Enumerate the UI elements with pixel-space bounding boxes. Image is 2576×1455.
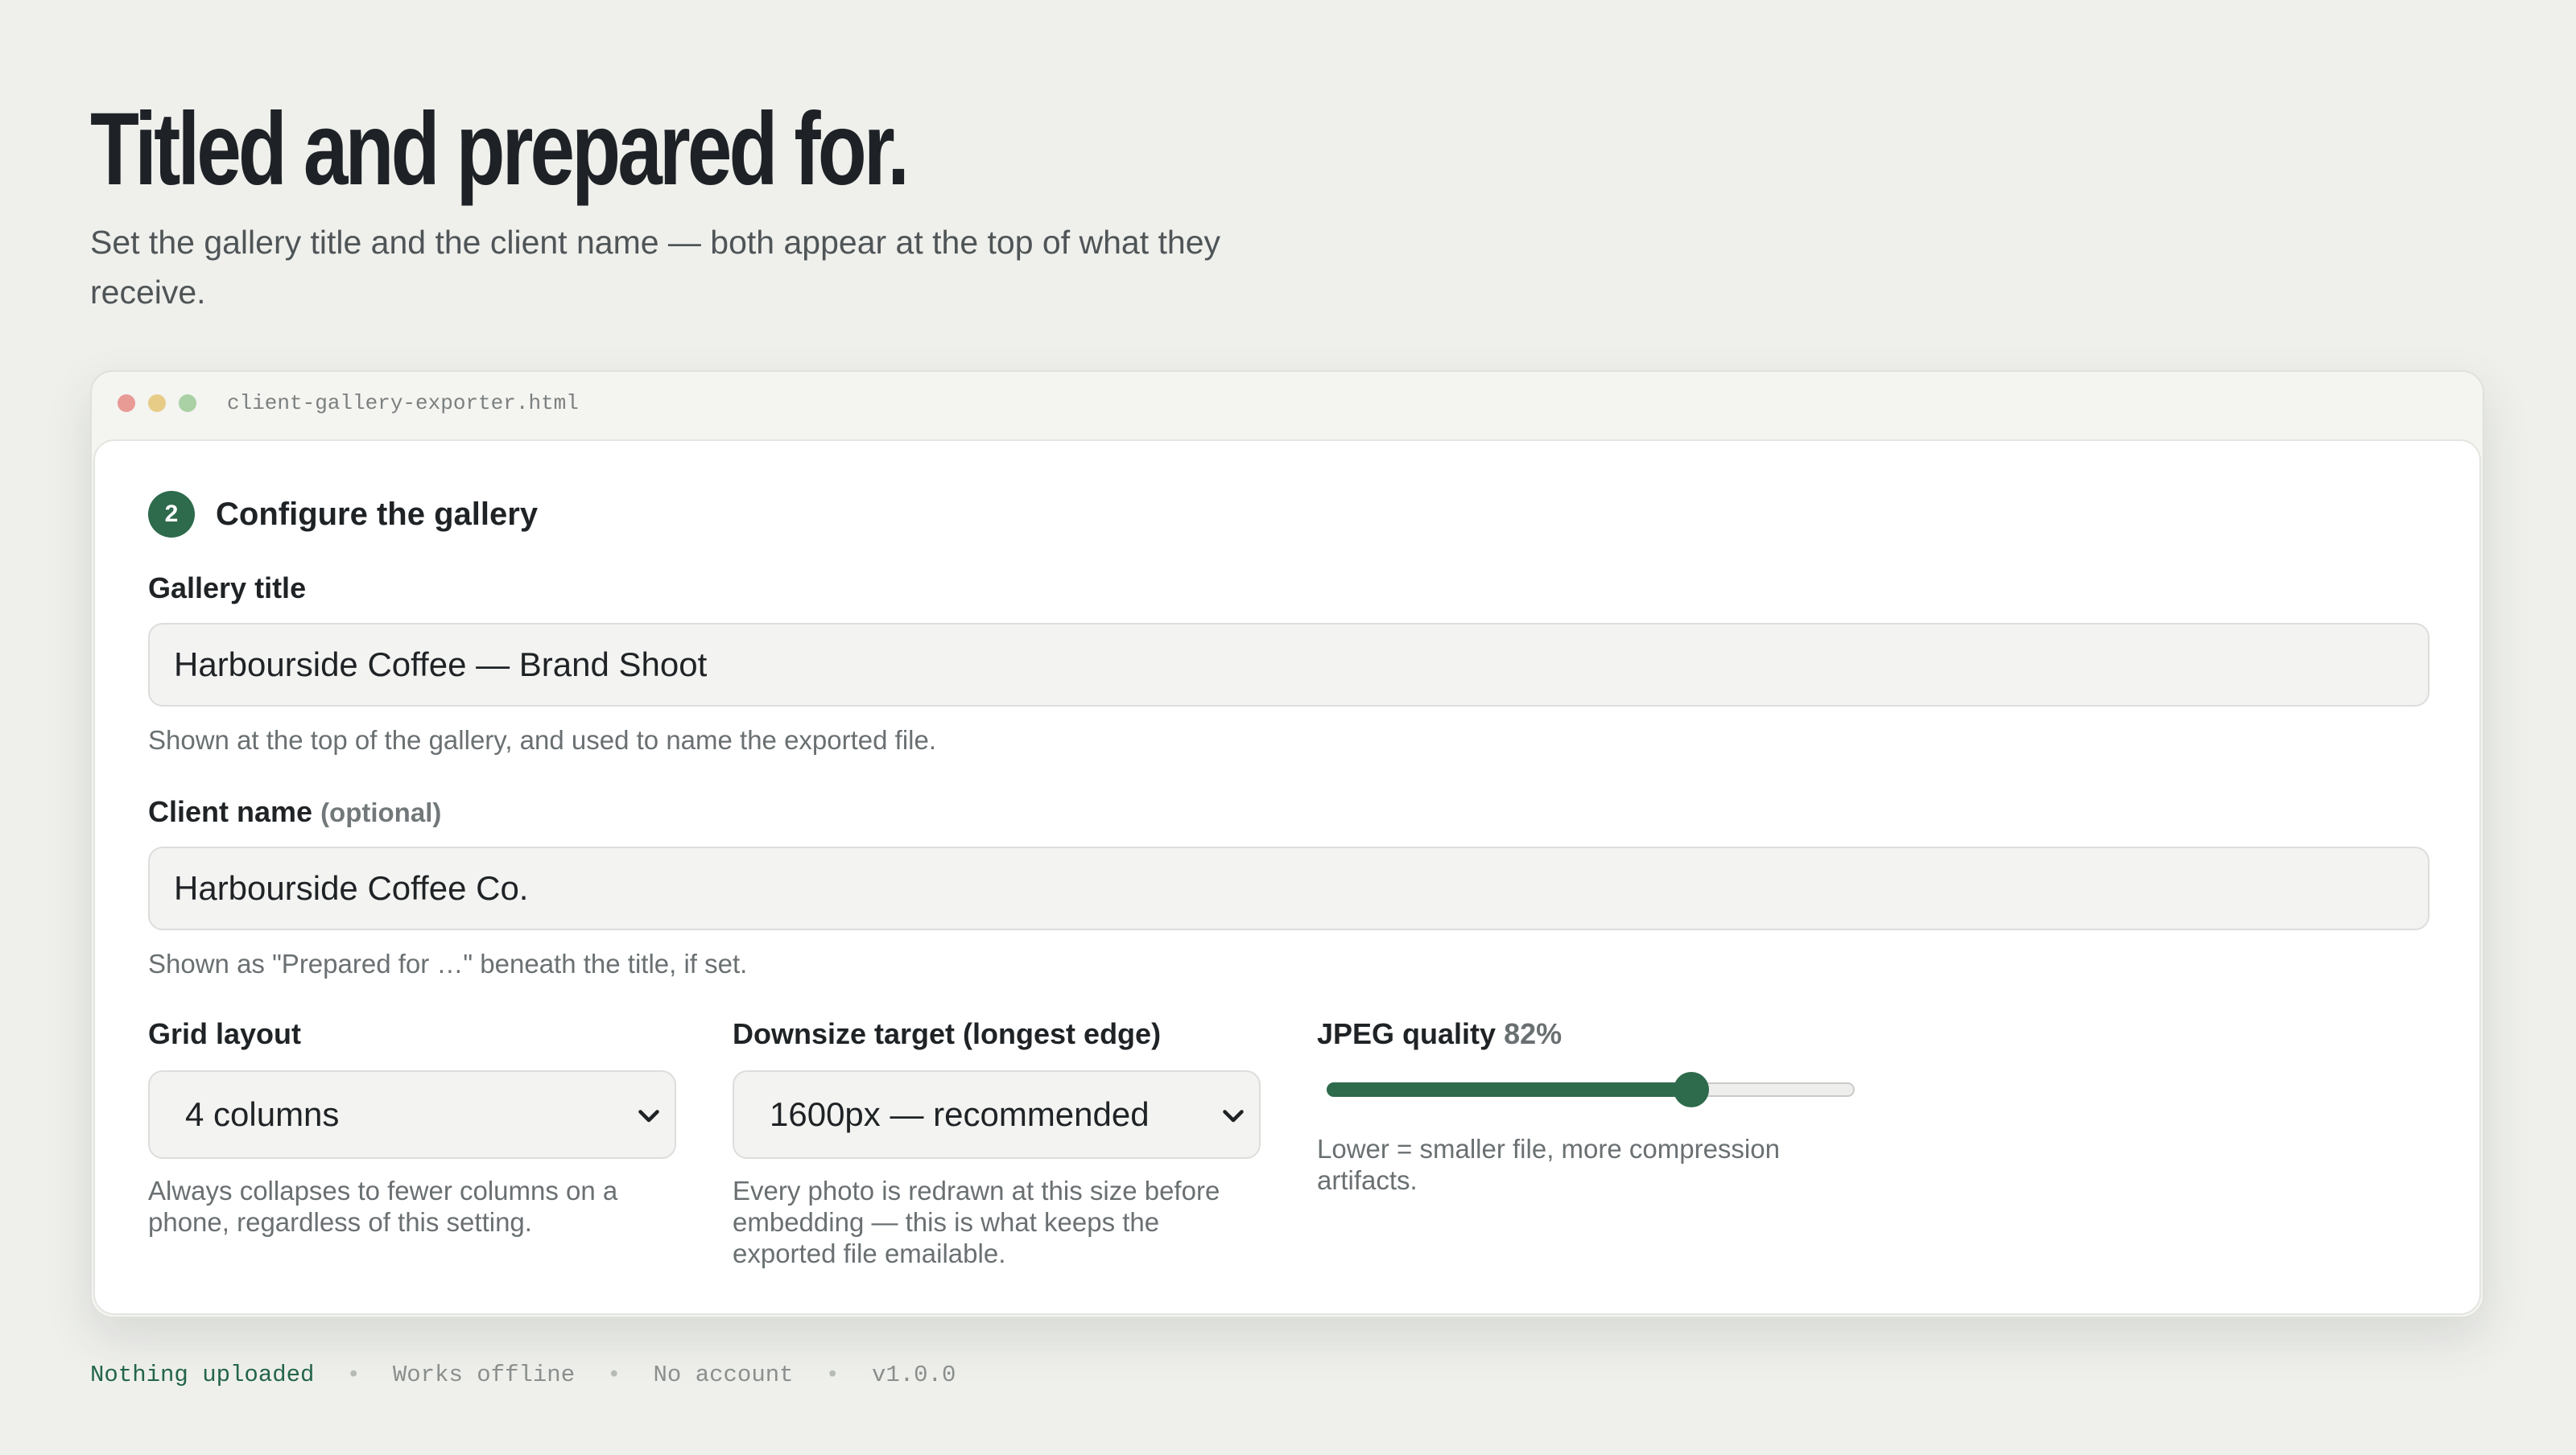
footer-separator: • xyxy=(825,1362,840,1388)
step-title: Configure the gallery xyxy=(216,496,539,532)
gallery-title-input[interactable] xyxy=(148,623,2429,707)
window-filename: client-gallery-exporter.html xyxy=(227,391,579,415)
page-title: Titled and prepared for. xyxy=(90,92,910,207)
downsize-label: Downsize target (longest edge) xyxy=(733,1017,1162,1050)
client-name-optional-tag: (optional) xyxy=(320,798,442,827)
client-name-input[interactable] xyxy=(148,847,2429,930)
chevron-down-icon xyxy=(1223,1110,1244,1123)
footer-separator: • xyxy=(607,1362,621,1388)
footer-status-bar: Nothing uploaded • Works offline • No ac… xyxy=(90,1362,956,1388)
gallery-title-hint: Shown at the top of the gallery, and use… xyxy=(148,725,937,755)
footer-item-works-offline: Works offline xyxy=(392,1362,576,1388)
jpeg-quality-slider[interactable] xyxy=(1323,1069,1855,1111)
footer-item-version: v1.0.0 xyxy=(871,1362,956,1388)
grid-layout-selected-value: 4 columns xyxy=(185,1095,340,1133)
client-name-label: Client name xyxy=(148,795,313,828)
client-name-hint: Shown as "Prepared for …" beneath the ti… xyxy=(148,949,748,979)
slider-thumb[interactable] xyxy=(1673,1072,1709,1107)
footer-separator: • xyxy=(346,1362,361,1388)
grid-layout-hint: Always collapses to fewer columns on a p… xyxy=(148,1176,618,1237)
window-close-dot-icon xyxy=(118,394,135,412)
page-subtitle: Set the gallery title and the client nam… xyxy=(90,224,1220,311)
downsize-select[interactable]: 1600px — recommended xyxy=(733,1070,1261,1159)
app-window: client-gallery-exporter.html 2 Configure… xyxy=(90,370,2484,1318)
footer-item-nothing-uploaded: Nothing uploaded xyxy=(90,1362,315,1388)
window-maximize-dot-icon xyxy=(179,394,196,412)
downsize-selected-value: 1600px — recommended xyxy=(770,1095,1150,1133)
grid-layout-label: Grid layout xyxy=(148,1017,302,1050)
jpeg-quality-label-group: JPEG quality 82% xyxy=(1317,1017,1562,1051)
downsize-hint: Every photo is redrawn at this size befo… xyxy=(733,1176,1220,1268)
hero: Titled and prepared for. Set the gallery… xyxy=(90,90,1298,317)
window-titlebar: client-gallery-exporter.html xyxy=(92,372,2483,435)
client-name-label-group: Client name (optional) xyxy=(148,795,441,829)
step-number-badge: 2 xyxy=(148,491,195,538)
footer-item-no-account: No account xyxy=(653,1362,794,1388)
jpeg-quality-value: 82% xyxy=(1504,1017,1563,1050)
slider-fill xyxy=(1327,1082,1691,1097)
jpeg-quality-label: JPEG quality xyxy=(1317,1017,1496,1050)
gallery-title-label: Gallery title xyxy=(148,571,307,604)
window-minimize-dot-icon xyxy=(148,394,166,412)
chevron-down-icon xyxy=(638,1110,659,1123)
jpeg-quality-hint: Lower = smaller file, more compression a… xyxy=(1317,1134,1780,1195)
step-header: 2 Configure the gallery xyxy=(148,491,538,538)
grid-layout-select[interactable]: 4 columns xyxy=(148,1070,676,1159)
configure-panel: 2 Configure the gallery Gallery title Sh… xyxy=(93,439,2481,1315)
